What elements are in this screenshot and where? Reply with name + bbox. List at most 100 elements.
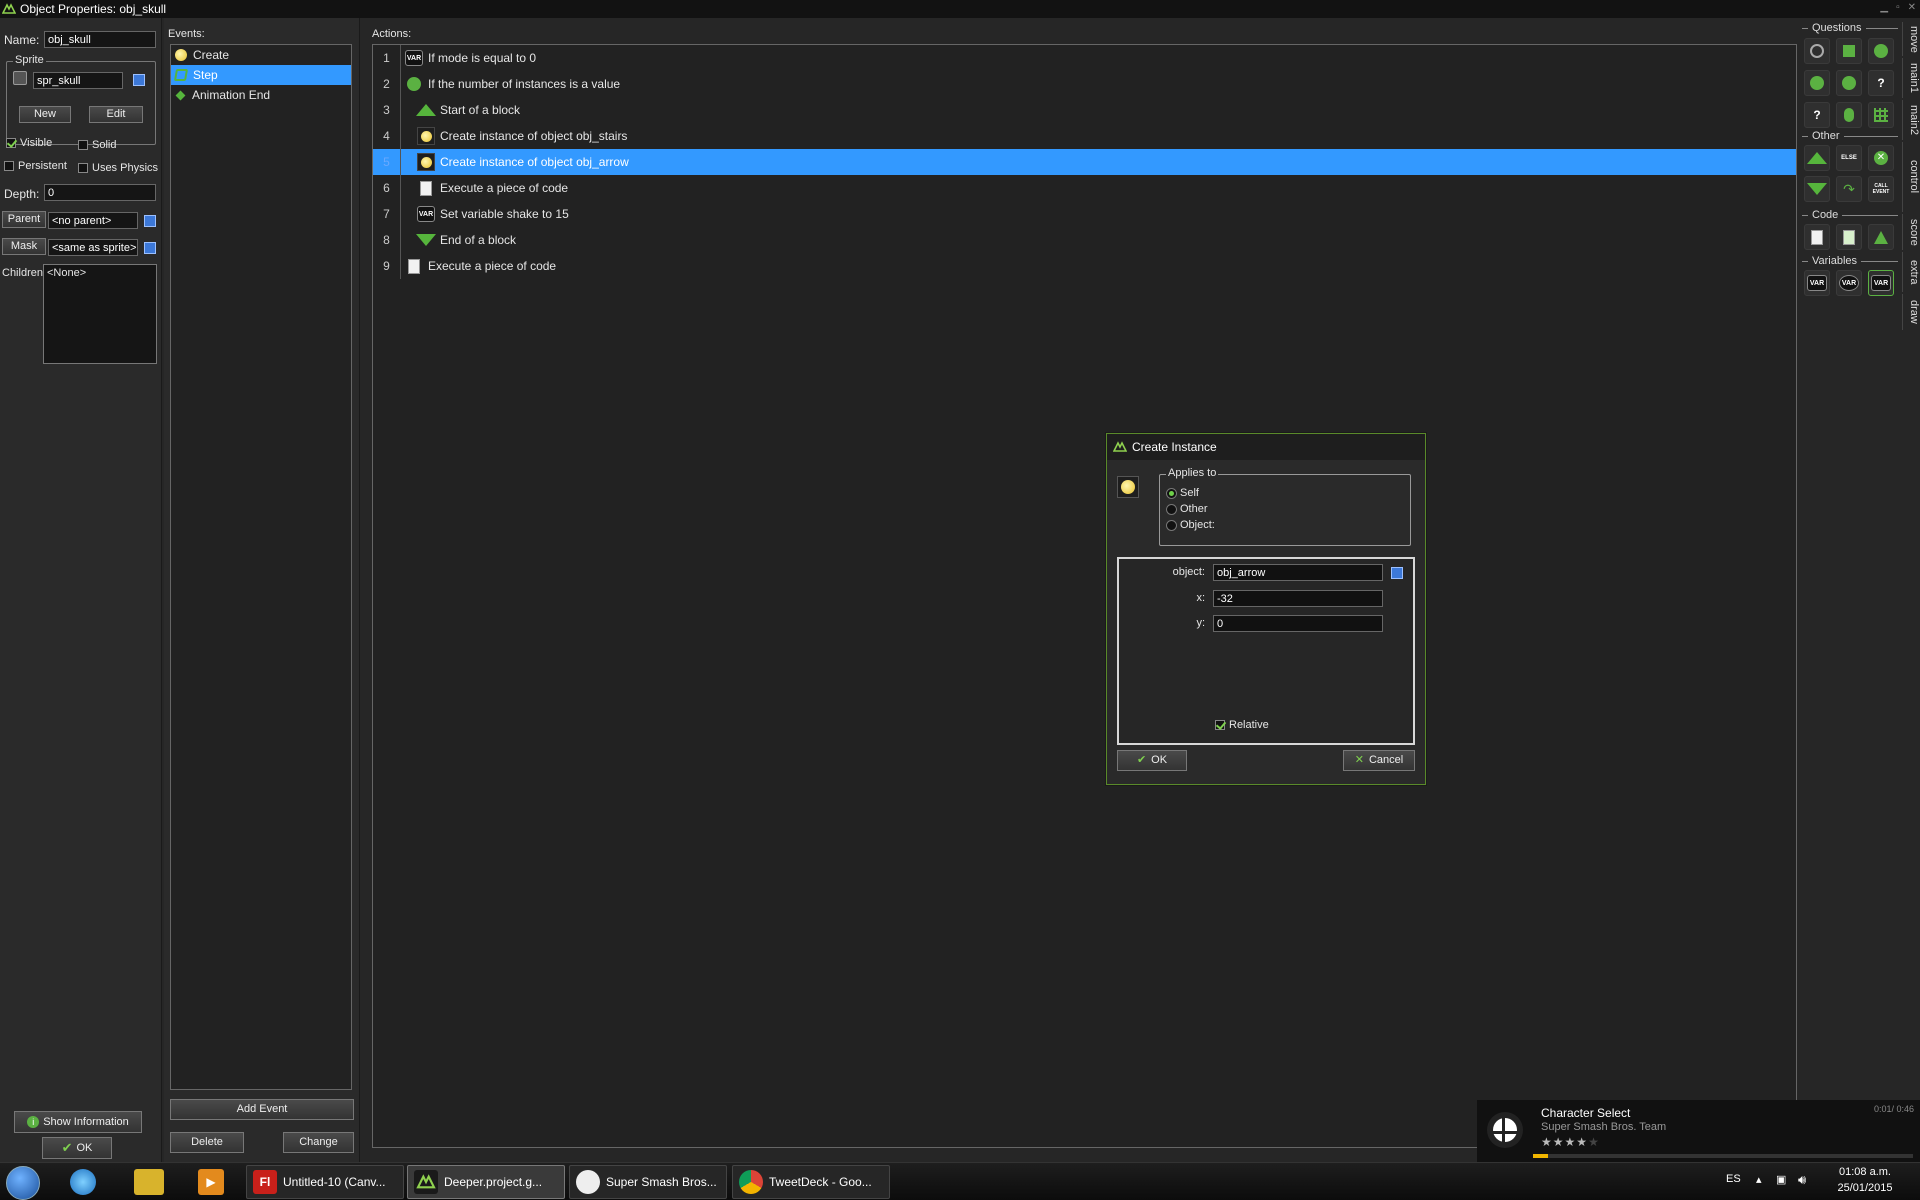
check-question-icon[interactable]: ? <box>1868 70 1894 96</box>
persistent-checkbox[interactable]: Persistent <box>4 160 67 172</box>
show-information-button[interactable]: i Show Information <box>14 1111 142 1133</box>
object-browse-icon[interactable] <box>1391 567 1403 579</box>
actions-list[interactable]: 1 VAR If mode is equal to 0 2 If the number … <box>372 44 1797 1148</box>
check-object-icon[interactable] <box>1868 38 1894 64</box>
new-sprite-button[interactable]: New <box>19 106 71 123</box>
else-icon[interactable]: ELSE <box>1836 145 1862 171</box>
execute-script-icon[interactable] <box>1836 224 1862 250</box>
star-icon[interactable]: ★ <box>1588 1135 1600 1149</box>
action-row[interactable]: 7 VAR Set variable shake to 15 <box>373 201 1796 227</box>
visible-checkbox[interactable]: Visible <box>6 137 52 149</box>
close-icon[interactable]: ✕ <box>1908 2 1916 13</box>
network-icon[interactable]: ▣ <box>1776 1173 1786 1186</box>
volume-icon[interactable]: 🔊︎ <box>1798 1172 1806 1188</box>
tab-control[interactable]: control <box>1902 142 1920 212</box>
draw-variable-icon[interactable]: VAR <box>1868 270 1894 296</box>
test-chance-icon[interactable] <box>1836 70 1862 96</box>
action-row[interactable]: 4 Create instance of object obj_stairs <box>373 123 1796 149</box>
action-row[interactable]: 5 Create instance of object obj_arrow <box>373 149 1796 175</box>
start-block-icon[interactable] <box>1804 145 1830 171</box>
name-field[interactable]: obj_skull <box>44 31 156 48</box>
star-icon[interactable]: ★ <box>1576 1135 1588 1149</box>
depth-field[interactable]: 0 <box>44 184 156 201</box>
set-variable-icon[interactable]: VAR <box>1804 270 1830 296</box>
ok-button[interactable]: ✔ OK <box>42 1137 112 1159</box>
relative-checkbox[interactable]: Relative <box>1215 719 1269 731</box>
test-instance-count-icon[interactable] <box>1804 70 1830 96</box>
dialog-cancel-button[interactable]: ✕ Cancel <box>1343 750 1415 771</box>
star-icon[interactable]: ★ <box>1553 1135 1565 1149</box>
edit-sprite-button[interactable]: Edit <box>89 106 143 123</box>
execute-code-icon[interactable] <box>1804 224 1830 250</box>
children-label: Children: <box>2 267 47 279</box>
uses-physics-label: Uses Physics <box>92 162 159 174</box>
change-event-button[interactable]: Change <box>283 1132 354 1153</box>
applies-other-radio[interactable]: Other <box>1166 503 1208 515</box>
mask-field[interactable]: <same as sprite> <box>48 239 138 256</box>
show-hidden-icons-icon[interactable]: ▴ <box>1756 1173 1762 1186</box>
delete-event-button[interactable]: Delete <box>170 1132 244 1153</box>
end-block-icon[interactable] <box>1804 176 1830 202</box>
taskbar-button[interactable]: Deeper.project.g... <box>407 1165 565 1199</box>
language-indicator[interactable]: ES <box>1726 1173 1741 1185</box>
action-row[interactable]: 6 Execute a piece of code <box>373 175 1796 201</box>
test-variable-icon[interactable]: VAR <box>1836 270 1862 296</box>
clock-time[interactable]: 01:08 a.m. <box>1834 1166 1896 1178</box>
mask-button[interactable]: Mask <box>2 238 46 255</box>
action-row[interactable]: 3 Start of a block <box>373 97 1796 123</box>
media-play-icon[interactable]: ▶ <box>198 1169 224 1195</box>
tab-move[interactable]: move <box>1902 22 1920 56</box>
tab-draw[interactable]: draw <box>1902 294 1920 330</box>
repeat-icon[interactable]: ↷ <box>1836 176 1862 202</box>
internet-explorer-icon[interactable] <box>70 1169 96 1195</box>
object-param-field[interactable]: obj_arrow <box>1213 564 1383 581</box>
taskbar-button[interactable]: TweetDeck - Goo... <box>732 1165 890 1199</box>
event-item[interactable]: Create <box>171 45 351 65</box>
action-row[interactable]: 9 Execute a piece of code <box>373 253 1796 279</box>
test-expression-icon[interactable]: ? <box>1804 102 1830 128</box>
minimize-icon[interactable]: ▁ <box>1880 2 1888 13</box>
start-button-icon[interactable] <box>6 1166 40 1200</box>
exit-event-icon[interactable]: ✕ <box>1868 145 1894 171</box>
action-row[interactable]: 8 End of a block <box>373 227 1796 253</box>
tab-score[interactable]: score <box>1902 214 1920 250</box>
call-event-icon[interactable]: CALL EVENT <box>1868 176 1894 202</box>
tab-main1[interactable]: main1 <box>1902 58 1920 98</box>
taskbar-button[interactable]: Super Smash Bros... <box>569 1165 727 1199</box>
parent-browse-icon[interactable] <box>144 215 156 227</box>
sprite-field[interactable]: spr_skull <box>33 72 123 89</box>
star-icon[interactable]: ★ <box>1541 1135 1553 1149</box>
dialog-ok-button[interactable]: ✔ OK <box>1117 750 1187 771</box>
x-param-field[interactable]: -32 <box>1213 590 1383 607</box>
rating-stars[interactable]: ★★★★★ <box>1541 1135 1600 1149</box>
children-list[interactable]: <None> <box>43 264 157 364</box>
check-mouse-icon[interactable] <box>1836 102 1862 128</box>
clock-date[interactable]: 25/01/2015 <box>1834 1182 1896 1194</box>
maximize-icon[interactable]: ▫ <box>1896 2 1900 13</box>
star-icon[interactable]: ★ <box>1565 1135 1577 1149</box>
uses-physics-checkbox[interactable]: Uses Physics <box>78 162 158 174</box>
parent-button[interactable]: Parent <box>2 211 46 228</box>
tab-main2[interactable]: main2 <box>1902 100 1920 140</box>
tab-extra[interactable]: extra <box>1902 252 1920 292</box>
add-event-button[interactable]: Add Event <box>170 1099 354 1120</box>
events-list[interactable]: Create Step Animation End <box>170 44 352 1090</box>
track-progress-bar[interactable] <box>1533 1154 1913 1158</box>
mask-browse-icon[interactable] <box>144 242 156 254</box>
sprite-browse-icon[interactable] <box>133 74 145 86</box>
applies-self-radio[interactable]: Self <box>1166 487 1199 499</box>
comment-icon[interactable] <box>1868 224 1894 250</box>
check-empty-icon[interactable] <box>1804 38 1830 64</box>
event-item[interactable]: Animation End <box>171 85 351 105</box>
taskbar-button[interactable]: Fl Untitled-10 (Canv... <box>246 1165 404 1199</box>
parent-field[interactable]: <no parent> <box>48 212 138 229</box>
action-row[interactable]: 1 VAR If mode is equal to 0 <box>373 45 1796 71</box>
applies-object-radio[interactable]: Object: <box>1166 519 1215 531</box>
solid-checkbox[interactable]: Solid <box>78 139 116 151</box>
app-launcher-icon[interactable] <box>134 1169 164 1195</box>
y-param-field[interactable]: 0 <box>1213 615 1383 632</box>
check-collision-icon[interactable] <box>1836 38 1862 64</box>
check-grid-icon[interactable] <box>1868 102 1894 128</box>
action-row[interactable]: 2 If the number of instances is a value <box>373 71 1796 97</box>
event-item[interactable]: Step <box>171 65 351 85</box>
